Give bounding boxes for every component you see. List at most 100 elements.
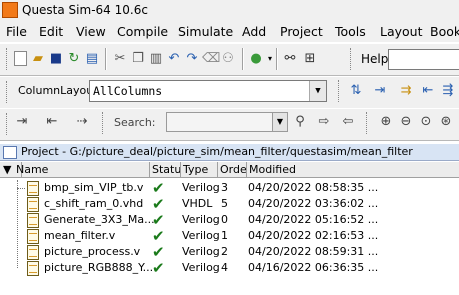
- file-type: Verilog: [182, 229, 220, 242]
- main-toolbar: ▰ ■ ↻ ▤ ✂ ❐ ▥ ↶ ↷ ⌫ ⚇ ● ▾ ⚯ ⊞ Help: [0, 43, 459, 76]
- column-header-order[interactable]: Order: [218, 162, 247, 177]
- zoom-out-icon[interactable]: ⊖: [398, 114, 414, 130]
- toolbar-grip[interactable]: [6, 113, 11, 135]
- copy-icon[interactable]: ❐: [130, 51, 146, 67]
- file-name: mean_filter.v: [44, 229, 116, 242]
- file-type: Verilog: [182, 181, 220, 194]
- save-icon[interactable]: ■: [48, 51, 64, 67]
- verilog-file-icon: [27, 181, 39, 196]
- outdent-icon[interactable]: ⇤: [44, 114, 60, 130]
- menu-tools[interactable]: Tools: [335, 24, 366, 39]
- menu-file[interactable]: File: [6, 24, 27, 39]
- search-options-icon[interactable]: ⚲: [292, 114, 308, 130]
- find-prev-icon[interactable]: ⇦: [340, 114, 356, 130]
- menu-add[interactable]: Add: [242, 24, 266, 39]
- step-over-icon[interactable]: ⇉: [398, 83, 414, 99]
- new-file-icon[interactable]: [14, 51, 27, 66]
- cut-icon[interactable]: ✂: [112, 51, 128, 67]
- menu-edit[interactable]: Edit: [39, 24, 63, 39]
- toolbar-grip[interactable]: [102, 112, 107, 134]
- clear-icon[interactable]: ⌫: [202, 51, 220, 67]
- column-header-status[interactable]: Status: [150, 162, 181, 177]
- file-modified: 04/20/2022 08:59:31 ...: [248, 245, 379, 258]
- open-folder-icon[interactable]: ▰: [30, 51, 46, 67]
- file-type: Verilog: [182, 213, 220, 226]
- file-order: 3: [221, 181, 228, 194]
- continue-icon[interactable]: ⇶: [440, 83, 456, 99]
- zoom-fit-icon[interactable]: ⊙: [418, 114, 434, 130]
- toolbar-grip[interactable]: [6, 48, 11, 70]
- search-label: Search:: [114, 116, 156, 129]
- help-search-input[interactable]: [388, 49, 459, 70]
- menu-compile[interactable]: Compile: [117, 24, 168, 39]
- search-input[interactable]: [166, 112, 274, 132]
- verilog-file-icon: [27, 229, 39, 244]
- menu-view[interactable]: View: [76, 24, 106, 39]
- zoom-full-icon[interactable]: ⊛: [438, 114, 454, 130]
- print-icon[interactable]: ▤: [84, 51, 100, 67]
- expand-icon[interactable]: ⇢: [74, 114, 90, 130]
- file-modified: 04/20/2022 03:36:02 ...: [248, 197, 379, 210]
- verilog-file-icon: [27, 261, 39, 276]
- file-order: 0: [221, 213, 228, 226]
- undo-icon[interactable]: ↶: [166, 51, 182, 67]
- search-dropdown-arrow[interactable]: ▼: [272, 112, 288, 132]
- checkmark-icon: ✔: [152, 259, 165, 277]
- file-modified: 04/20/2022 02:16:53 ...: [248, 229, 379, 242]
- project-path: Project - G:/picture_deal/picture_sim/me…: [21, 145, 413, 158]
- table-row[interactable]: picture_process.v ✔ Verilog 2 04/20/2022…: [0, 243, 459, 261]
- separator: [105, 48, 107, 70]
- toolbar-grip[interactable]: [366, 112, 371, 134]
- column-layout-label: ColumnLayout: [18, 84, 98, 97]
- table-row[interactable]: picture_RGB888_Y... ✔ Verilog 4 04/16/20…: [0, 259, 459, 277]
- file-name: c_shift_ram_0.vhd: [44, 197, 144, 210]
- vhdl-file-icon: [27, 197, 39, 212]
- project-pane-header: Project - G:/picture_deal/picture_sim/me…: [0, 144, 459, 161]
- column-layout-value: AllColumns: [93, 84, 163, 98]
- table-header: ▼ Name Status Type Order Modified: [0, 162, 459, 178]
- layout-icon[interactable]: ⇅: [348, 83, 364, 99]
- table-row[interactable]: c_shift_ram_0.vhd ✔ VHDL 5 04/20/2022 03…: [0, 195, 459, 213]
- compile-icon[interactable]: ⊞: [302, 51, 318, 67]
- file-modified: 04/20/2022 05:16:52 ...: [248, 213, 379, 226]
- file-modified: 04/16/2022 06:36:35 ...: [248, 261, 379, 274]
- indent-icon[interactable]: ⇥: [14, 114, 30, 130]
- toolbar-grip[interactable]: [350, 48, 355, 70]
- file-order: 5: [221, 197, 228, 210]
- file-order: 1: [221, 229, 228, 242]
- refresh-icon[interactable]: ↻: [66, 51, 82, 67]
- step-out-icon[interactable]: ⇤: [420, 83, 436, 99]
- column-header-type[interactable]: Type: [181, 162, 218, 177]
- column-layout-select[interactable]: AllColumns ▼: [89, 80, 327, 102]
- column-header-modified[interactable]: Modified: [247, 162, 459, 177]
- app-icon: [2, 2, 18, 18]
- menu-bookmarks[interactable]: Bookm: [430, 24, 459, 39]
- help-label: Help: [361, 52, 389, 66]
- file-type: Verilog: [182, 245, 220, 258]
- find-replace-icon[interactable]: ⚇: [220, 51, 236, 67]
- tree-branch: [17, 188, 25, 189]
- redo-icon[interactable]: ↷: [184, 51, 200, 67]
- table-row[interactable]: mean_filter.v ✔ Verilog 1 04/20/2022 02:…: [0, 227, 459, 245]
- toolbar-grip[interactable]: [338, 80, 343, 102]
- zoom-in-icon[interactable]: ⊕: [378, 114, 394, 130]
- column-header-name[interactable]: Name: [14, 162, 150, 177]
- menu-simulate[interactable]: Simulate: [178, 24, 233, 39]
- menu-project[interactable]: Project: [280, 24, 323, 39]
- chevron-down-icon[interactable]: ▼: [309, 81, 326, 101]
- step-icon[interactable]: ⇥: [372, 83, 388, 99]
- title-bar: Questa Sim-64 10.6c: [0, 0, 459, 22]
- binoculars-icon[interactable]: ⚯: [282, 51, 298, 67]
- toolbar-grip[interactable]: [6, 81, 11, 103]
- paste-icon[interactable]: ▥: [148, 51, 164, 67]
- file-name: bmp_sim_VIP_tb.v: [44, 181, 144, 194]
- separator: [242, 48, 244, 70]
- file-order: 4: [221, 261, 228, 274]
- find-next-icon[interactable]: ⇨: [316, 114, 332, 130]
- file-type: Verilog: [182, 261, 220, 274]
- table-row[interactable]: bmp_sim_VIP_tb.v ✔ Verilog 3 04/20/2022 …: [0, 179, 459, 197]
- file-modified: 04/20/2022 08:58:35 ...: [248, 181, 379, 194]
- table-row[interactable]: Generate_3X3_Ma... ✔ Verilog 0 04/20/202…: [0, 211, 459, 229]
- file-order: 2: [221, 245, 228, 258]
- menu-layout[interactable]: Layout: [380, 24, 423, 39]
